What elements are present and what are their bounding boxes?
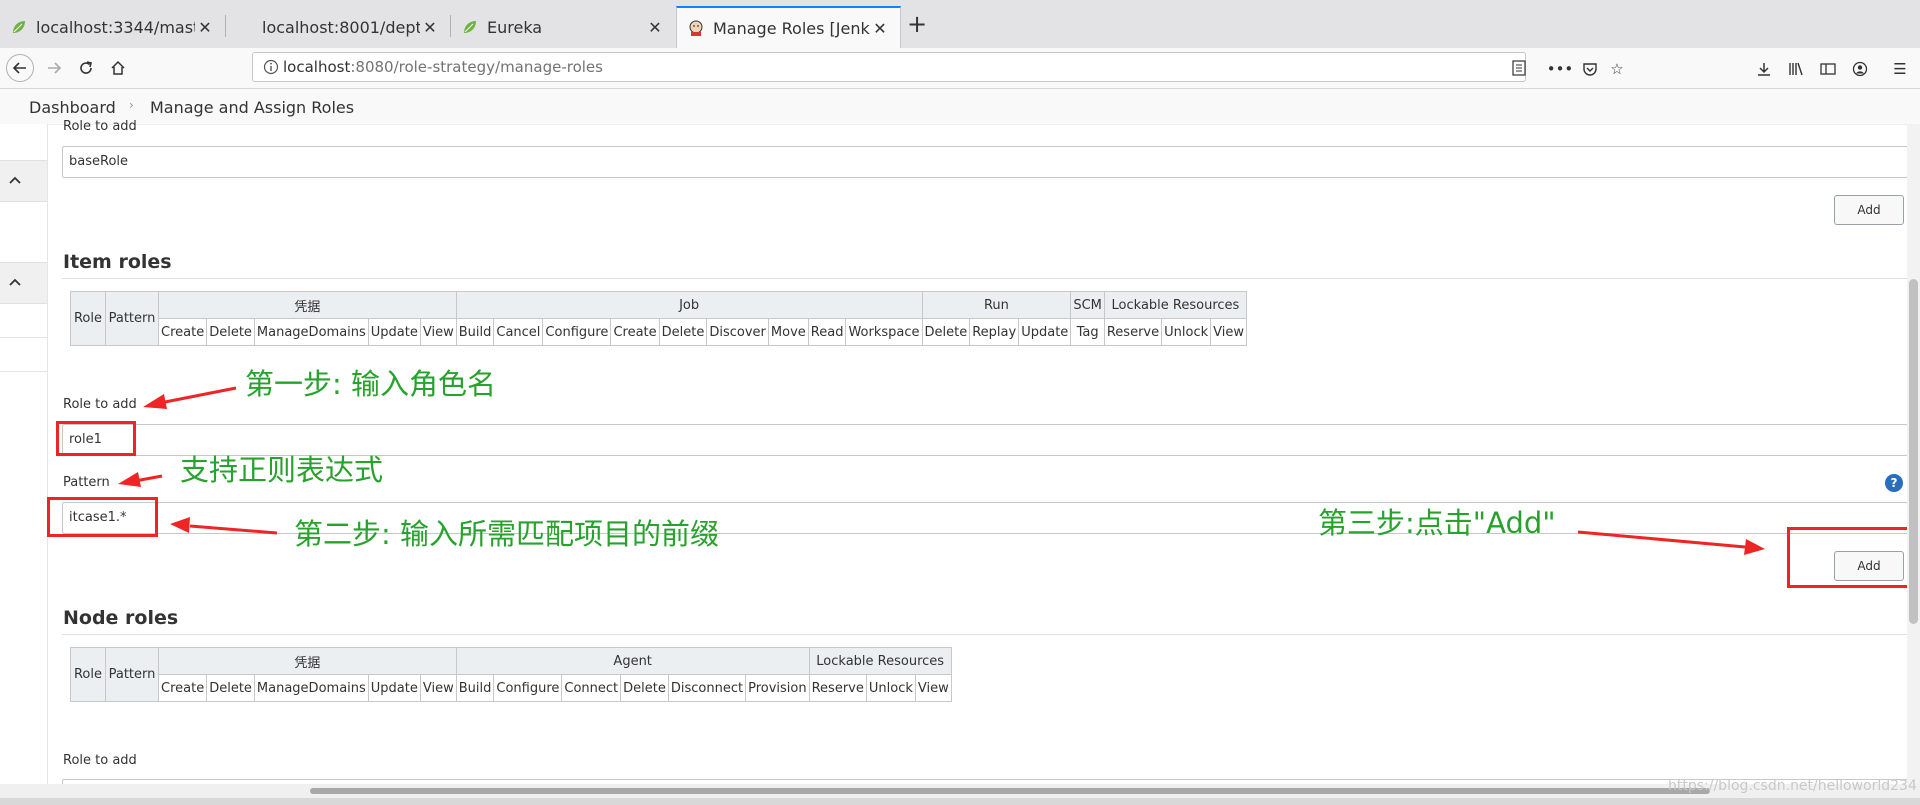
vertical-scroll-thumb[interactable] bbox=[1909, 279, 1918, 624]
watermark: https://blog.csdn.net/helloworld234 bbox=[1668, 778, 1917, 794]
arrow-regex bbox=[118, 472, 163, 487]
vertical-scrollbar[interactable] bbox=[1907, 124, 1920, 784]
horizontal-scrollbar[interactable] bbox=[0, 784, 1920, 798]
arrow-step1 bbox=[143, 386, 237, 409]
arrow-step2 bbox=[170, 517, 278, 535]
status-strip bbox=[0, 798, 1920, 805]
horizontal-scroll-thumb[interactable] bbox=[310, 788, 1710, 794]
arrow-step3 bbox=[1577, 530, 1765, 555]
annotation-arrows bbox=[118, 386, 1765, 555]
